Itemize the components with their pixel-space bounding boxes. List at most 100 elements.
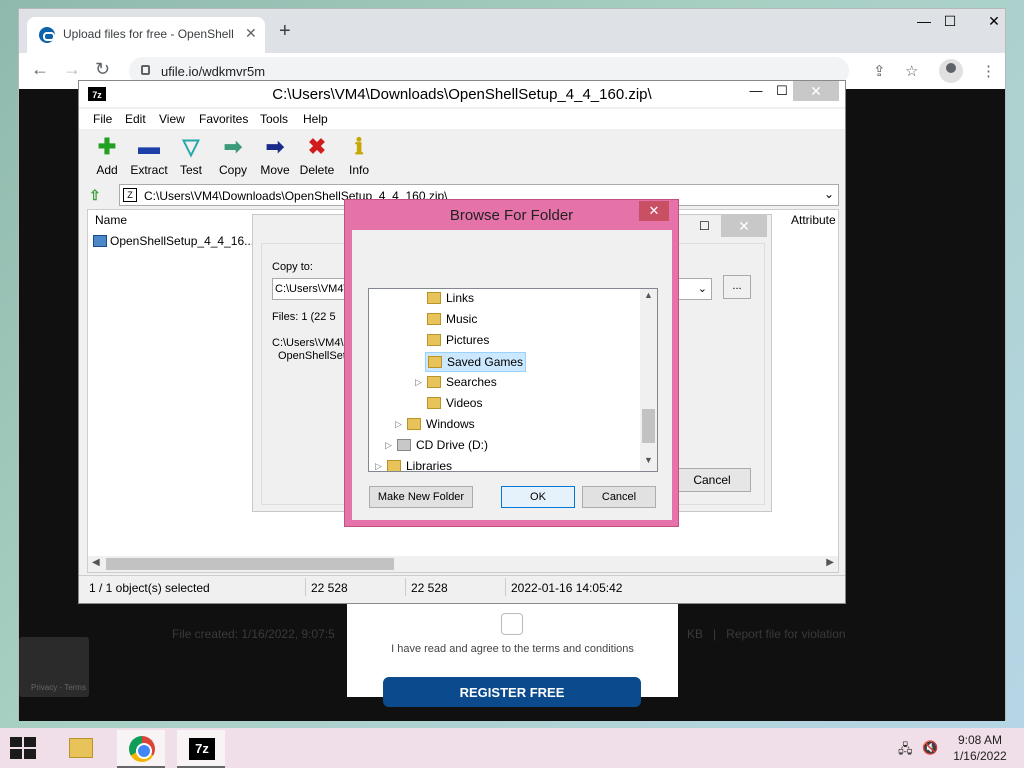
menu-view[interactable]: View — [159, 112, 185, 126]
menu-tools[interactable]: Tools — [260, 112, 288, 126]
tab-strip: Upload files for free - OpenShell ✕ + — … — [19, 9, 1005, 53]
browser-tab[interactable]: Upload files for free - OpenShell ✕ — [27, 17, 265, 53]
scroll-right-icon[interactable]: ▶ — [826, 557, 834, 568]
installer-file-icon — [93, 235, 107, 247]
ufile-favicon-icon — [39, 27, 55, 43]
tree-item-music[interactable]: Music — [427, 310, 477, 330]
info-icon: ℹ — [354, 134, 364, 159]
clock-time: 9:08 AM — [957, 733, 1003, 747]
chrome-icon — [129, 736, 155, 762]
tree-item-videos[interactable]: Videos — [427, 394, 482, 414]
tree-item-links[interactable]: Links — [427, 289, 474, 309]
copy-to-path-value: C:\Users\VM4\ — [275, 283, 347, 295]
kebab-menu-icon[interactable]: ⋮ — [981, 62, 996, 80]
list-item[interactable]: OpenShellSetup_4_4_16... — [93, 234, 254, 248]
scroll-up-icon[interactable]: ▲ — [644, 290, 653, 300]
column-header-name[interactable]: Name — [95, 213, 127, 227]
tree-item-libraries[interactable]: ▷ Libraries — [375, 457, 452, 471]
reload-icon[interactable]: ↻ — [95, 59, 110, 80]
terms-checkbox[interactable] — [501, 613, 523, 635]
taskbar-chrome[interactable] — [117, 730, 165, 768]
report-violation-link[interactable]: KB | Report file for violation — [687, 627, 846, 641]
add-icon: ✚ — [97, 134, 117, 159]
up-folder-icon[interactable]: ⇧ — [89, 187, 101, 204]
copy-dialog-maximize-button[interactable]: ☐ — [699, 219, 710, 233]
start-button[interactable] — [10, 737, 36, 759]
register-button[interactable]: REGISTER FREE — [383, 677, 641, 707]
7zip-close-button[interactable]: ✕ — [793, 81, 839, 101]
tree-vertical-scrollbar[interactable]: ▲ ▼ — [640, 289, 657, 471]
tree-item-cd-drive[interactable]: ▷ CD Drive (D:) — [385, 436, 488, 456]
expand-arrow-icon[interactable]: ▷ — [375, 457, 382, 471]
register-card: I have read and agree to the terms and c… — [347, 599, 678, 707]
profile-avatar-icon[interactable] — [939, 59, 963, 83]
browse-button[interactable]: ... — [723, 275, 751, 299]
extract-button[interactable]: ▬ Extract — [126, 135, 172, 178]
add-button[interactable]: ✚ Add — [84, 134, 130, 178]
taskbar-file-explorer[interactable] — [57, 730, 105, 768]
folder-tree[interactable]: Links Music Pictures Saved Games ▷ Searc… — [368, 288, 658, 472]
zip-archive-icon: Z — [123, 188, 137, 202]
7zip-titlebar[interactable]: 7z C:\Users\VM4\Downloads\OpenShellSetup… — [79, 81, 845, 107]
scroll-down-icon[interactable]: ▼ — [644, 455, 653, 465]
file-explorer-icon — [69, 738, 93, 758]
horizontal-scrollbar[interactable]: ◀ ▶ — [88, 556, 838, 572]
7zip-menubar: File Edit View Favorites Tools Help — [79, 109, 845, 129]
expand-arrow-icon[interactable]: ▷ — [415, 373, 422, 391]
tree-label: Videos — [446, 396, 483, 410]
ok-button[interactable]: OK — [501, 486, 575, 508]
new-tab-button[interactable]: + — [279, 21, 291, 41]
copy-cancel-button[interactable]: Cancel — [673, 468, 751, 492]
delete-button[interactable]: ✖ Delete — [294, 135, 340, 178]
forward-icon[interactable]: → — [63, 59, 81, 80]
divider: | — [713, 627, 717, 641]
tree-item-searches[interactable]: ▷ Searches — [415, 373, 497, 393]
menu-favorites[interactable]: Favorites — [199, 112, 248, 126]
taskbar-7zip[interactable]: 7z — [177, 730, 225, 768]
menu-file[interactable]: File — [93, 112, 112, 126]
tree-label: Pictures — [446, 333, 490, 347]
7zip-statusbar: 1 / 1 object(s) selected 22 528 22 528 2… — [79, 575, 845, 597]
tree-item-pictures[interactable]: Pictures — [427, 331, 489, 351]
scroll-thumb[interactable] — [106, 558, 394, 570]
copy-button[interactable]: ➡ Copy — [210, 135, 256, 178]
tree-item-windows[interactable]: ▷ Windows — [395, 415, 475, 435]
expand-arrow-icon[interactable]: ▷ — [395, 415, 402, 433]
cancel-button[interactable]: Cancel — [582, 486, 656, 508]
menu-help[interactable]: Help — [303, 112, 328, 126]
system-clock[interactable]: 9:08 AM 1/16/2022 — [948, 732, 1012, 764]
tree-scroll-thumb[interactable] — [642, 409, 655, 443]
folder-icon — [427, 397, 441, 409]
tree-label: Music — [446, 312, 478, 326]
expand-arrow-icon[interactable]: ▷ — [385, 436, 392, 454]
close-button[interactable]: ✕ — [979, 13, 1009, 30]
copy-dialog-close-button[interactable]: ✕ — [721, 215, 767, 237]
volume-muted-icon[interactable]: 🔇 — [922, 740, 938, 756]
tab-close-icon[interactable]: ✕ — [245, 25, 257, 42]
recaptcha-badge[interactable]: Privacy - Terms — [19, 637, 89, 697]
tree-label: Links — [446, 291, 475, 305]
address-dropdown-icon[interactable]: ⌄ — [824, 187, 834, 201]
lock-icon — [141, 65, 150, 75]
browse-close-button[interactable]: ✕ — [639, 201, 669, 221]
extract-label: Extract — [130, 163, 168, 177]
network-icon[interactable]: 🖧 — [898, 740, 913, 762]
share-icon[interactable]: ⇪ — [873, 62, 886, 80]
scroll-left-icon[interactable]: ◀ — [92, 557, 100, 568]
info-button[interactable]: ℹ Info — [336, 134, 382, 178]
menu-edit[interactable]: Edit — [125, 112, 146, 126]
status-size: 22 528 — [311, 581, 348, 595]
browse-dialog-title: Browse For Folder — [449, 207, 574, 224]
folder-icon — [427, 313, 441, 325]
test-button[interactable]: ▽ Test — [168, 135, 214, 178]
path-dropdown-icon[interactable]: ⌄ — [698, 282, 707, 295]
back-icon[interactable]: ← — [31, 59, 49, 80]
maximize-button[interactable]: ☐ — [935, 13, 965, 30]
column-header-attributes[interactable]: Attribute — [791, 213, 836, 227]
move-button[interactable]: ➡ Move — [252, 135, 298, 178]
folder-icon — [407, 418, 421, 430]
make-new-folder-button[interactable]: Make New Folder — [369, 486, 473, 508]
tree-item-saved-games[interactable]: Saved Games — [425, 352, 527, 372]
bookmark-star-icon[interactable]: ☆ — [905, 62, 918, 80]
browse-dialog-body: Links Music Pictures Saved Games ▷ Searc… — [352, 230, 672, 520]
